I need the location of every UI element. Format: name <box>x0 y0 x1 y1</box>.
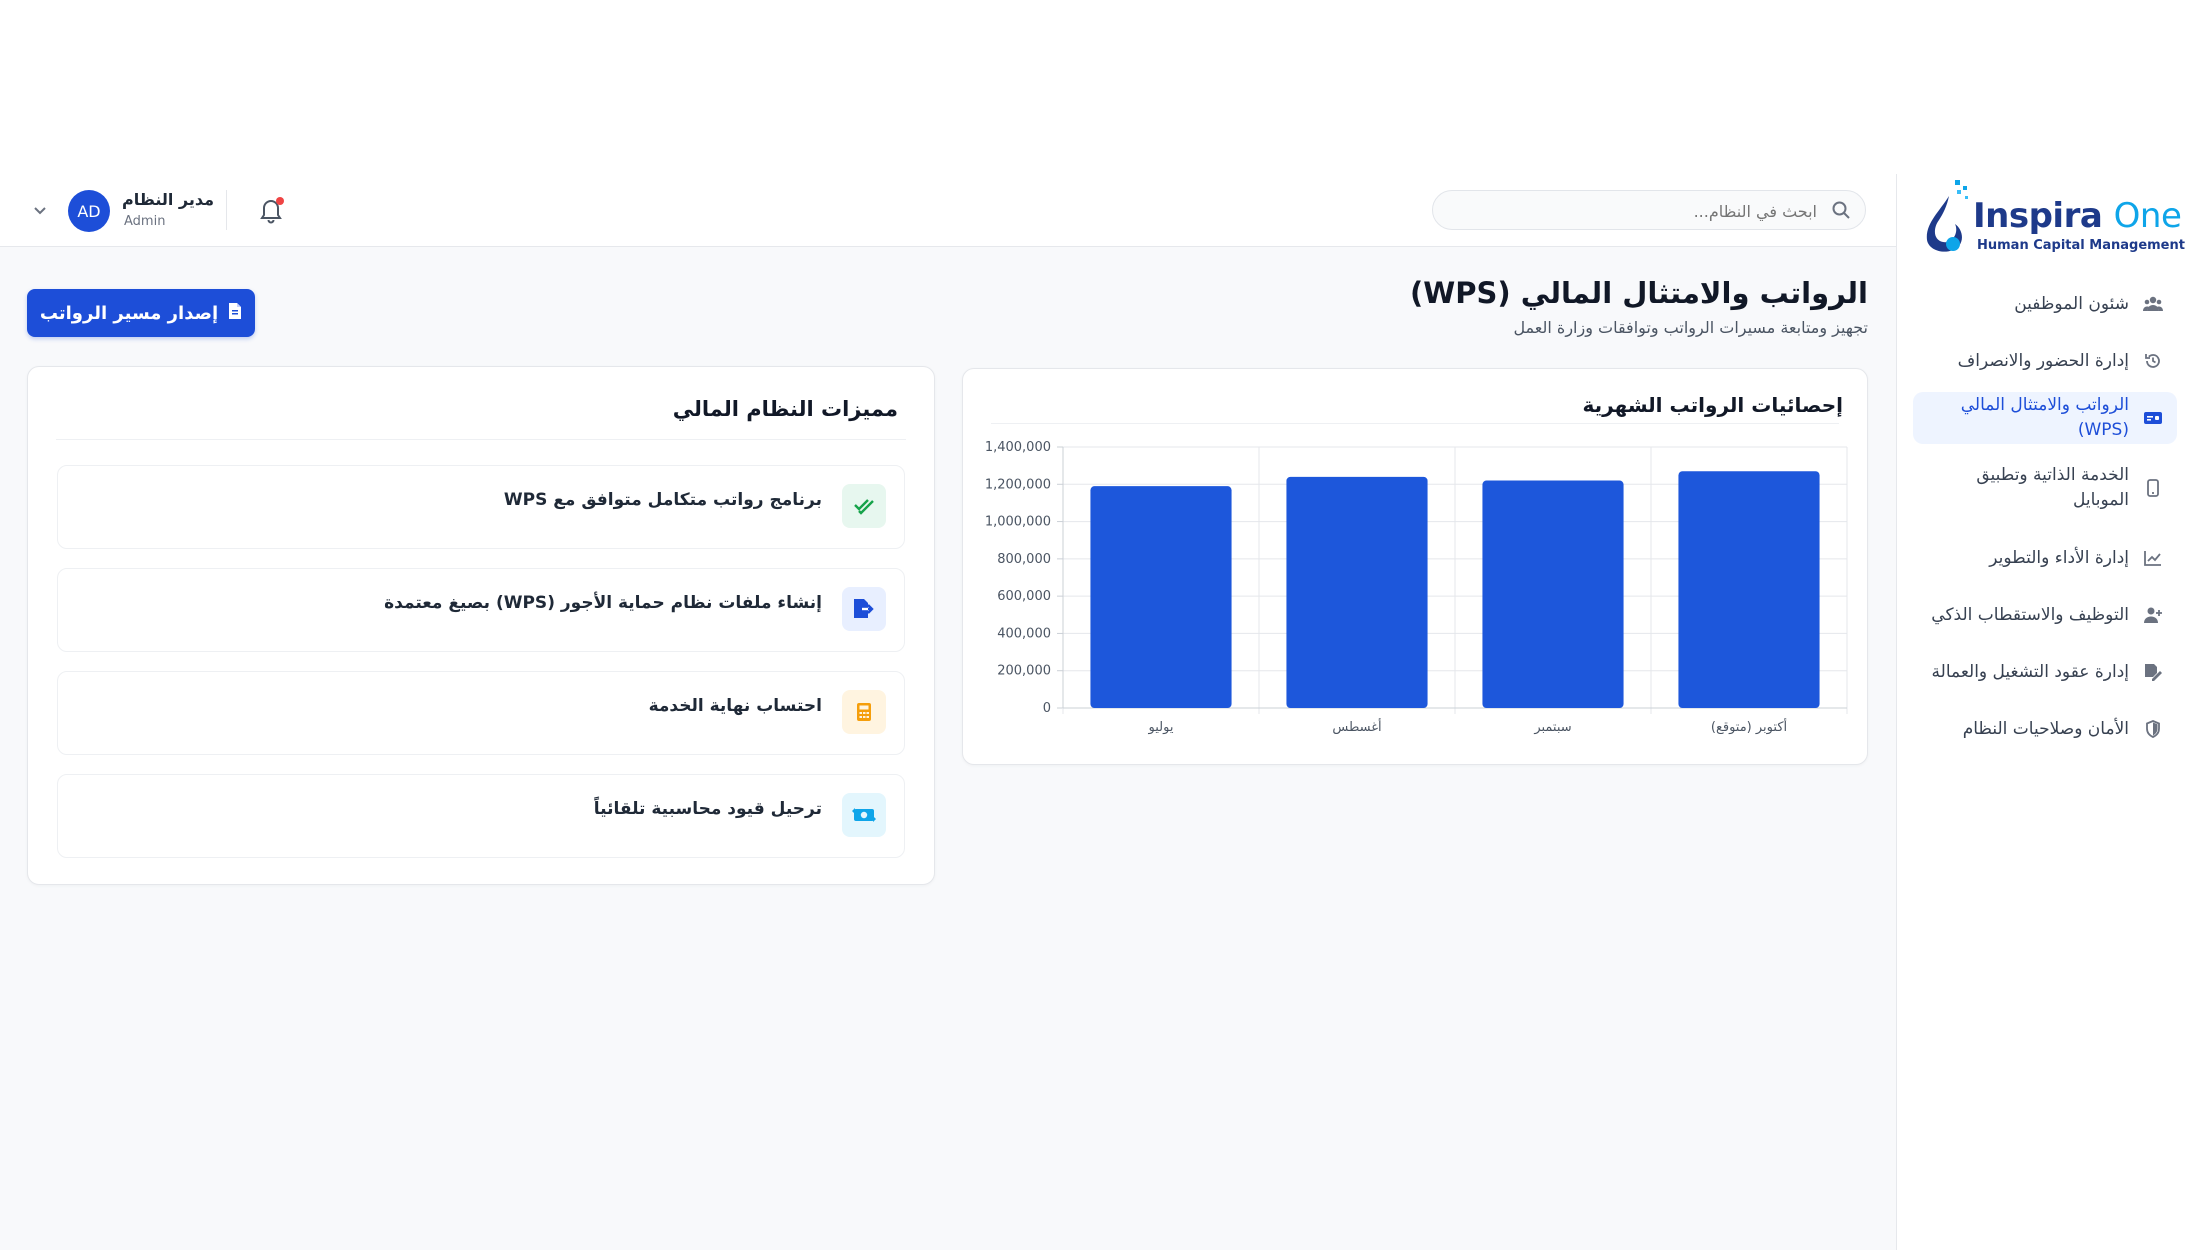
mobile-icon <box>2143 478 2163 498</box>
chart-bar <box>1090 486 1232 708</box>
salary-bar-chart: 0 200,000 400,000 600,000 800,000 1,000,000 1,… <box>985 440 1848 735</box>
search-input[interactable] <box>1455 191 1819 231</box>
sidebar-item-label: إدارة عقود التشغيل والعمالة <box>1931 661 2129 682</box>
y-tick-label: 1,400,000 <box>985 440 1051 455</box>
top-header: مدير النظام Admin AD <box>0 174 1896 247</box>
shield-icon <box>2143 719 2163 739</box>
money-card-icon <box>2143 408 2163 428</box>
chart-bar <box>1286 476 1428 708</box>
y-tick-label: 800,000 <box>997 552 1051 567</box>
user-role: Admin <box>124 214 166 229</box>
issue-payroll-label: إصدار مسير الرواتب <box>39 302 219 324</box>
feature-item: إنشاء ملفات نظام حماية الأجور (WPS) بصيغ… <box>57 568 905 652</box>
sidebar: Inspira One Human Capital Management شئو… <box>1896 174 2188 1250</box>
history-icon <box>2143 351 2163 371</box>
sidebar-item-label: إدارة الأداء والتطوير <box>1989 547 2129 568</box>
sidebar-item-payroll[interactable]: الرواتب والامتثال المالي (WPS) <box>1913 392 2177 444</box>
x-tick-label: أغسطس <box>1332 718 1381 735</box>
sidebar-item-recruitment[interactable]: التوظيف والاستقطاب الذكي <box>1913 589 2177 641</box>
chart-line-icon <box>2143 548 2163 568</box>
sidebar-item-label: الخدمة الذاتية وتطبيق الموبايل <box>1976 465 2129 510</box>
page-title: الرواتب والامتثال المالي (WPS) <box>1409 276 1868 310</box>
logo-subtitle: Human Capital Management <box>1977 238 2185 253</box>
feature-text: برنامج رواتب متكامل متوافق مع WPS <box>503 490 822 510</box>
sidebar-item-security[interactable]: الأمان وصلاحيات النظام <box>1913 703 2177 755</box>
sidebar-item-contracts[interactable]: إدارة عقود التشغيل والعمالة <box>1913 646 2177 698</box>
x-tick-label: أكتوبر (متوقع) <box>1711 718 1787 735</box>
sidebar-item-label: الرواتب والامتثال المالي (WPS) <box>1960 395 2129 440</box>
calculator-icon <box>842 690 886 734</box>
top-blank-area <box>0 0 2188 178</box>
y-tick-label: 1,000,000 <box>985 515 1051 530</box>
file-signature-icon <box>2143 662 2163 682</box>
avatar[interactable]: AD <box>68 190 110 232</box>
sidebar-item-self-service[interactable]: الخدمة الذاتية وتطبيق الموبايل <box>1913 449 2177 527</box>
sidebar-item-performance[interactable]: إدارة الأداء والتطوير <box>1913 532 2177 584</box>
feature-item: ترحيل قيود محاسبية تلقائياً <box>57 774 905 858</box>
x-tick-label: يوليو <box>1148 720 1174 735</box>
y-tick-label: 1,200,000 <box>985 477 1051 492</box>
header-divider <box>226 190 227 230</box>
user-name: مدير النظام <box>122 190 215 209</box>
user-plus-icon <box>2143 605 2163 625</box>
logo-text: Inspira One <box>1973 196 2182 236</box>
chart-bar <box>1678 471 1820 708</box>
sidebar-item-label: الأمان وصلاحيات النظام <box>1962 718 2129 739</box>
feature-text: إنشاء ملفات نظام حماية الأجور (WPS) بصيغ… <box>384 593 822 613</box>
chevron-down-icon[interactable] <box>32 202 48 222</box>
file-invoice-icon <box>228 302 242 325</box>
users-icon <box>2143 294 2163 314</box>
file-export-icon <box>842 587 886 631</box>
sidebar-item-employees[interactable]: شئون الموظفين <box>1913 278 2177 330</box>
sidebar-item-label: شئون الموظفين <box>2014 293 2129 314</box>
check-double-icon <box>842 484 886 528</box>
chart-bar <box>1482 480 1624 708</box>
feature-item: برنامج رواتب متكامل متوافق مع WPS <box>57 465 905 549</box>
title-divider <box>56 439 906 440</box>
search-box[interactable] <box>1432 190 1866 231</box>
sidebar-nav: شئون الموظفين إدارة الحضور والانصراف الر… <box>1913 278 2177 760</box>
search-icon <box>1831 200 1851 224</box>
app-logo[interactable]: Inspira One Human Capital Management <box>1919 176 2185 266</box>
x-tick-label: سبتمبر <box>1533 720 1571 735</box>
feature-item: احتساب نهاية الخدمة <box>57 671 905 755</box>
y-tick-label: 400,000 <box>997 626 1051 641</box>
features-card-title: مميزات النظام المالي <box>672 397 898 421</box>
feature-text: ترحيل قيود محاسبية تلقائياً <box>593 799 822 819</box>
issue-payroll-button[interactable]: إصدار مسير الرواتب <box>27 289 255 337</box>
page-subtitle: تجهيز ومتابعة مسيرات الرواتب وتوافقات وز… <box>1513 318 1868 337</box>
logo-mark-icon <box>1926 180 1968 252</box>
notifications-button[interactable] <box>258 196 288 226</box>
y-tick-label: 200,000 <box>997 664 1051 679</box>
notification-dot <box>276 197 284 205</box>
sidebar-item-attendance[interactable]: إدارة الحضور والانصراف <box>1913 335 2177 387</box>
y-tick-label: 600,000 <box>997 589 1051 604</box>
chart-card: إحصائيات الرواتب الشهرية 0 200,000 400,000… <box>962 368 1868 765</box>
sidebar-item-label: إدارة الحضور والانصراف <box>1957 350 2129 371</box>
feature-text: احتساب نهاية الخدمة <box>648 696 822 716</box>
features-card: مميزات النظام المالي برنامج رواتب متكامل… <box>27 366 935 885</box>
y-tick-label: 0 <box>1043 701 1051 716</box>
money-bill-transfer-icon <box>842 793 886 837</box>
sidebar-item-label: التوظيف والاستقطاب الذكي <box>1931 604 2129 625</box>
